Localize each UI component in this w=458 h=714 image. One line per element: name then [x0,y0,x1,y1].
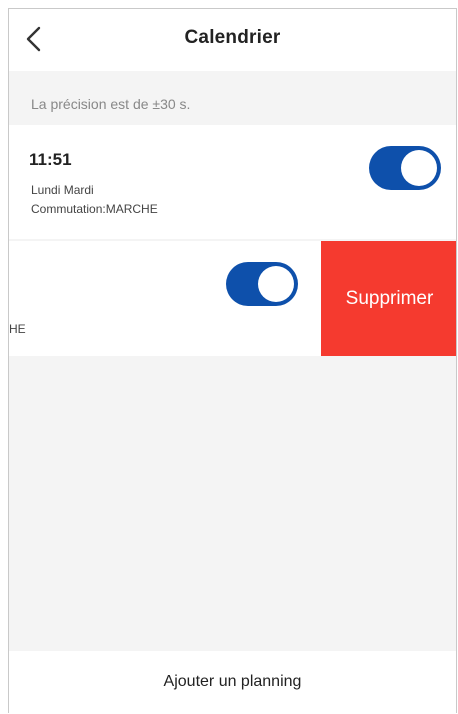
page-title: Calendrier [184,27,281,48]
precision-note: La précision est de ±30 s. [31,96,191,112]
header: Calendrier [9,9,456,71]
add-schedule-button[interactable]: Ajouter un planning [9,651,456,713]
schedule-time: 11:51 [29,150,72,169]
toggle-knob [258,266,294,302]
schedule-switching: Commutation:MARCHE [31,202,158,216]
toggle-knob [401,150,437,186]
schedule-toggle[interactable] [226,262,298,306]
schedule-days: Lundi Mardi [31,183,94,197]
app-screen: Calendrier La précision est de ±30 s. 11… [8,8,457,713]
schedule-toggle[interactable] [369,146,441,190]
schedule-item[interactable]: 11:51 Lundi Mardi Commutation:MARCHE [9,125,456,239]
schedule-item-swiped[interactable]: HE Supprimer [9,241,456,356]
delete-button[interactable]: Supprimer [321,241,456,356]
schedule-switching-clipped: HE [9,322,26,336]
